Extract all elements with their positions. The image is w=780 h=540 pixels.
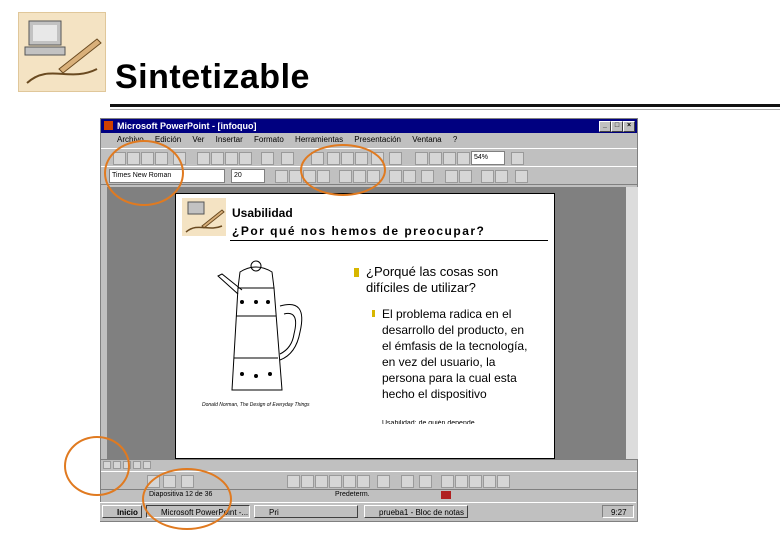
- redo-icon[interactable]: [281, 152, 294, 165]
- help-icon[interactable]: [511, 152, 524, 165]
- menu-formato[interactable]: Formato: [254, 135, 284, 144]
- title-rule: [110, 104, 780, 107]
- annotation-ring-view-buttons: [64, 436, 130, 496]
- oval-icon[interactable]: [329, 475, 342, 488]
- annotation-ring-status-bar: [142, 468, 232, 530]
- menu-presentacion[interactable]: Presentación: [354, 135, 401, 144]
- menu-ver[interactable]: Ver: [192, 135, 204, 144]
- inner-heading: Usabilidad: [232, 206, 293, 220]
- coffee-pot-image: [196, 258, 326, 398]
- image-caption: Donald Norman, The Design of Everyday Th…: [202, 402, 310, 408]
- line-style-icon[interactable]: [441, 475, 454, 488]
- system-clock: 9:27: [602, 505, 634, 518]
- task-notepad[interactable]: prueba1 - Bloc de notas: [364, 505, 468, 518]
- arrow-icon[interactable]: [301, 475, 314, 488]
- slide-title: Sintetizable: [115, 58, 310, 96]
- menu-bar: Archivo Edición Ver Insertar Formato Her…: [101, 133, 637, 147]
- sorter-view-icon[interactable]: [133, 461, 141, 469]
- font-size-select[interactable]: 20: [231, 169, 265, 183]
- dash-style-icon[interactable]: [455, 475, 468, 488]
- menu-herramientas[interactable]: Herramientas: [295, 135, 343, 144]
- format-painter-icon[interactable]: [239, 152, 252, 165]
- title-rule-shadow: [110, 109, 780, 110]
- fill-color-icon[interactable]: [377, 475, 390, 488]
- spell-check-icon: [441, 491, 451, 499]
- inner-title-rule: [230, 240, 548, 241]
- numbering-icon[interactable]: [389, 170, 402, 183]
- close-icon[interactable]: ×: [623, 121, 635, 132]
- annotation-ring-alignment: [300, 144, 386, 196]
- sub-bullet-marker-icon: [372, 310, 375, 317]
- promote-icon[interactable]: [481, 170, 494, 183]
- slideshow-view-icon[interactable]: [143, 461, 151, 469]
- cut-icon[interactable]: [197, 152, 210, 165]
- rectangle-icon[interactable]: [315, 475, 328, 488]
- slide-canvas[interactable]: Usabilidad ¿Por qué nos hemos de preocup…: [175, 193, 555, 459]
- task-pri[interactable]: Pri: [254, 505, 358, 518]
- animation-effects-icon[interactable]: [515, 170, 528, 183]
- textbox-icon[interactable]: [343, 475, 356, 488]
- menu-insertar[interactable]: Insertar: [216, 135, 243, 144]
- line-icon[interactable]: [287, 475, 300, 488]
- apply-design-icon[interactable]: [429, 152, 442, 165]
- slide-editing-area: Usabilidad ¿Por qué nos hemos de preocup…: [107, 187, 625, 459]
- wordart-icon[interactable]: [357, 475, 370, 488]
- bullets-icon[interactable]: [403, 170, 416, 183]
- increase-font-icon[interactable]: [445, 170, 458, 183]
- window-title: Microsoft PowerPoint - [infoquo]: [117, 121, 257, 131]
- main-bullet: ¿Porqué las cosas son difíciles de utili…: [366, 264, 499, 295]
- show-formatting-icon[interactable]: [457, 152, 470, 165]
- grayscale-icon[interactable]: [443, 152, 456, 165]
- paste-icon[interactable]: [225, 152, 238, 165]
- 3d-icon[interactable]: [497, 475, 510, 488]
- minimize-icon[interactable]: _: [599, 121, 611, 132]
- line-color-icon[interactable]: [401, 475, 414, 488]
- menu-help[interactable]: ?: [453, 135, 457, 144]
- status-template: Predeterm.: [335, 491, 370, 498]
- menu-ventana[interactable]: Ventana: [412, 135, 441, 144]
- font-color-icon[interactable]: [419, 475, 432, 488]
- annotation-ring-standard-toolbar: [104, 140, 184, 206]
- inner-subheading: ¿Por qué nos hemos de preocupar?: [232, 224, 486, 238]
- increase-spacing-icon[interactable]: [421, 170, 434, 183]
- window-title-bar: Microsoft PowerPoint - [infoquo] _ □ ×: [101, 119, 637, 133]
- app-icon: [104, 121, 113, 130]
- copy-icon[interactable]: [211, 152, 224, 165]
- inner-logo: [182, 198, 226, 236]
- shadow-style-icon[interactable]: [483, 475, 496, 488]
- decrease-font-icon[interactable]: [459, 170, 472, 183]
- arrow-style-icon[interactable]: [469, 475, 482, 488]
- bullet-marker-icon: [354, 268, 359, 277]
- presentation-logo: [18, 12, 106, 92]
- sub-bullet-cut: Usabilidad: de quién depende: [382, 420, 475, 424]
- zoom-select[interactable]: 54%: [471, 151, 505, 165]
- expand-slide-icon[interactable]: [389, 152, 402, 165]
- maximize-icon[interactable]: □: [611, 121, 623, 132]
- start-button[interactable]: Inicio: [102, 505, 142, 518]
- vertical-scrollbar[interactable]: [625, 187, 638, 459]
- undo-icon[interactable]: [261, 152, 274, 165]
- bold-icon[interactable]: [275, 170, 288, 183]
- slide-layout-icon[interactable]: [415, 152, 428, 165]
- demote-icon[interactable]: [495, 170, 508, 183]
- sub-bullet: El problema radica en el desarrollo del …: [382, 307, 528, 401]
